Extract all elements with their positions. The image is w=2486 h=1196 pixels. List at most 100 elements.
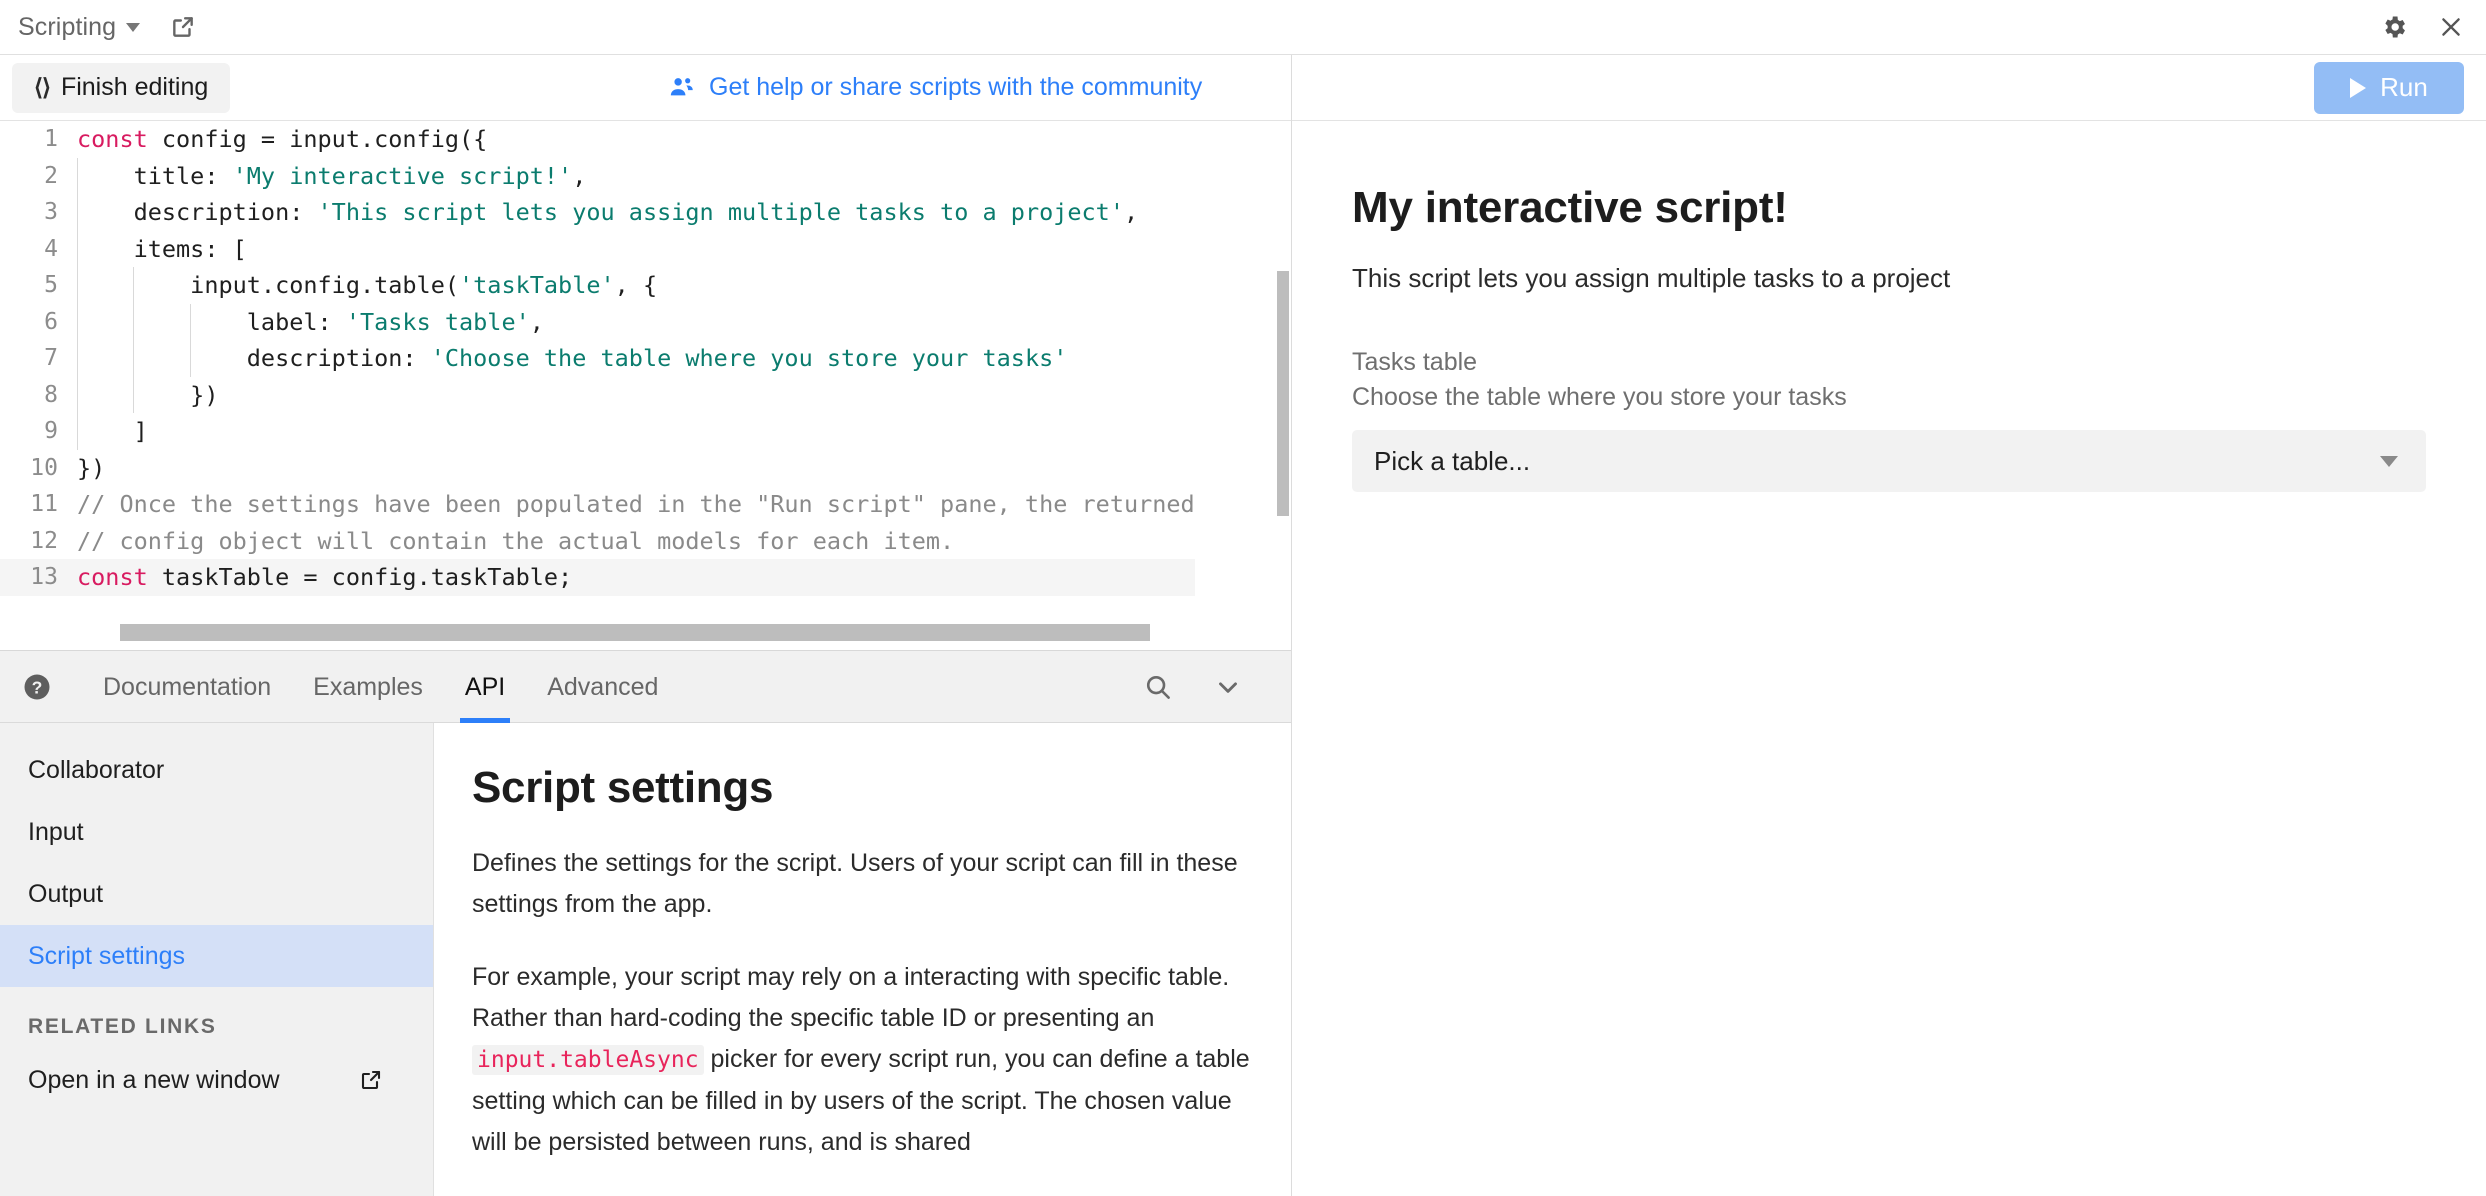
code-line[interactable]: 11 // Once the settings have been populat… bbox=[0, 486, 1195, 523]
related-link-open-new-window[interactable]: Open in a new window bbox=[0, 1049, 433, 1111]
search-icon[interactable] bbox=[1143, 672, 1173, 702]
indent-guide bbox=[133, 340, 135, 377]
documentation-panel: ? Documentation Examples API Advanced Co… bbox=[0, 651, 1291, 1196]
docs-tabbar: ? Documentation Examples API Advanced bbox=[0, 651, 1291, 723]
run-toolbar: Run bbox=[1292, 55, 2486, 121]
code-horizontal-scroll-thumb[interactable] bbox=[120, 624, 1150, 641]
docs-body: Collaborator Input Output Script settings R… bbox=[0, 723, 1291, 1196]
tab-api[interactable]: API bbox=[444, 651, 526, 723]
code-token-plain: }) bbox=[77, 380, 219, 409]
gear-icon[interactable] bbox=[2380, 13, 2408, 41]
line-number: 10 bbox=[30, 454, 58, 481]
sidebar-item-output[interactable]: Output bbox=[0, 863, 433, 925]
window-titlebar: Scripting bbox=[0, 0, 2486, 55]
line-number: 2 bbox=[44, 162, 58, 189]
run-script-pane: Run My interactive script! This script l… bbox=[1292, 55, 2486, 1196]
code-line-content: items: [ bbox=[75, 231, 1195, 268]
indent-guide bbox=[189, 303, 191, 340]
line-number: 8 bbox=[44, 381, 58, 408]
docs-tools bbox=[1143, 672, 1267, 702]
code-vertical-scrollbar[interactable] bbox=[1277, 121, 1289, 650]
code-line[interactable]: 4 items: [ bbox=[0, 231, 1195, 268]
script-description: This script lets you assign multiple tas… bbox=[1352, 263, 1951, 293]
code-line-content: description: 'Choose the table where you… bbox=[75, 340, 1195, 377]
code-line-content: }) bbox=[75, 377, 1195, 414]
run-button[interactable]: Run bbox=[2314, 61, 2464, 114]
code-token-plain: , bbox=[572, 161, 587, 190]
code-line-content: input.config.table('taskTable', { bbox=[75, 267, 1195, 304]
tasks-table-select[interactable]: Pick a table... bbox=[1352, 430, 2426, 492]
docs-tab-list: Documentation Examples API Advanced bbox=[82, 651, 679, 723]
related-link-label: Open in a new window bbox=[28, 1065, 280, 1094]
code-line[interactable]: 1 const config = input.config({ bbox=[0, 121, 1195, 158]
app-menu-button[interactable]: Scripting bbox=[18, 13, 141, 42]
code-line[interactable]: 3 description: 'This script lets you ass… bbox=[0, 194, 1195, 231]
code-token-cmt: // Once the settings have been populated… bbox=[77, 490, 1195, 518]
external-link-icon[interactable] bbox=[170, 14, 196, 40]
code-editor[interactable]: 1 const config = input.config({2 title: '… bbox=[0, 121, 1291, 651]
help-circle-icon[interactable]: ? bbox=[22, 672, 52, 702]
indent-guide bbox=[77, 340, 78, 377]
indent-guide bbox=[133, 267, 135, 304]
code-vertical-scroll-thumb[interactable] bbox=[1277, 271, 1289, 516]
sidebar-item-collaborator[interactable]: Collaborator bbox=[0, 739, 433, 801]
tab-advanced[interactable]: Advanced bbox=[526, 651, 679, 723]
code-token-plain: items: [ bbox=[77, 234, 247, 263]
code-line[interactable]: 9 ] bbox=[0, 413, 1195, 450]
main-split: ⟨⟩ Finish editing Get help or share scri… bbox=[0, 55, 2486, 1196]
code-line[interactable]: 7 description: 'Choose the table where y… bbox=[0, 340, 1195, 377]
line-number: 5 bbox=[44, 272, 58, 298]
tab-documentation[interactable]: Documentation bbox=[82, 651, 292, 723]
code-line[interactable]: 12 // config object will contain the actu… bbox=[0, 523, 1195, 560]
code-token-kw: const bbox=[77, 125, 148, 153]
indent-guide bbox=[133, 303, 135, 340]
titlebar-left-group: Scripting bbox=[0, 13, 196, 42]
script-title: My interactive script! bbox=[1352, 183, 1788, 232]
code-line[interactable]: 8 }) bbox=[0, 377, 1195, 414]
code-token-plain: , { bbox=[614, 271, 658, 299]
close-icon[interactable] bbox=[2438, 14, 2464, 40]
code-token-plain: description: bbox=[77, 344, 431, 372]
code-token-plain: description: bbox=[77, 198, 318, 226]
docs-nav-list: Collaborator Input Output Script settings bbox=[0, 739, 433, 987]
code-line[interactable]: 10}) bbox=[0, 450, 1195, 487]
code-token-plain: ] bbox=[77, 417, 148, 445]
code-line-content: const config = input.config({ bbox=[75, 121, 1195, 158]
chevron-down-icon[interactable] bbox=[1213, 672, 1243, 702]
docs-sidebar: Collaborator Input Output Script settings R… bbox=[0, 723, 434, 1196]
code-line-content: label: 'Tasks table', bbox=[75, 304, 1195, 341]
docs-paragraph-2: For example, your script may rely on a i… bbox=[472, 957, 1253, 1163]
code-line[interactable]: 2 title: 'My interactive script!', bbox=[0, 158, 1195, 195]
code-line[interactable]: 13 const taskTable = config.taskTable; bbox=[0, 559, 1195, 596]
finish-editing-label: Finish editing bbox=[60, 73, 209, 101]
indent-guide bbox=[77, 376, 78, 413]
code-line[interactable]: 6 label: 'Tasks table', bbox=[0, 304, 1195, 341]
code-line[interactable]: 5 input.config.table('taskTable', { bbox=[0, 267, 1195, 304]
line-number: 6 bbox=[44, 308, 58, 335]
line-number: 3 bbox=[44, 199, 58, 225]
line-number: 9 bbox=[44, 418, 58, 444]
indent-guide bbox=[77, 413, 78, 450]
related-links-header: RELATED LINKS bbox=[28, 1015, 217, 1038]
sidebar-item-script-settings[interactable]: Script settings bbox=[0, 925, 433, 987]
line-number: 7 bbox=[44, 345, 58, 371]
inline-code-table-async: input.tableAsync bbox=[472, 1045, 704, 1075]
tab-examples[interactable]: Examples bbox=[292, 651, 444, 723]
code-token-plain: taskTable = config.taskTable; bbox=[147, 563, 573, 591]
line-number: 13 bbox=[30, 564, 58, 590]
tasks-table-field-label: Tasks table bbox=[1352, 348, 1478, 376]
line-number: 4 bbox=[44, 235, 58, 262]
script-preview: My interactive script! This script lets … bbox=[1292, 121, 2486, 492]
tab-label: Examples bbox=[313, 672, 423, 701]
sidebar-item-input[interactable]: Input bbox=[0, 801, 433, 863]
external-link-icon bbox=[359, 1068, 383, 1092]
code-token-str: 'taskTable' bbox=[459, 271, 615, 299]
code-brackets-icon: ⟨⟩ bbox=[34, 74, 51, 100]
titlebar-right-group bbox=[2380, 13, 2486, 41]
editor-pane: ⟨⟩ Finish editing Get help or share scri… bbox=[0, 55, 1292, 1196]
community-link[interactable]: Get help or share scripts with the commu… bbox=[668, 73, 1202, 102]
finish-editing-button[interactable]: ⟨⟩ Finish editing bbox=[12, 62, 231, 113]
docs-paragraph-1: Defines the settings for the script. Use… bbox=[472, 849, 1238, 918]
chevron-down-icon bbox=[126, 22, 141, 32]
code-horizontal-scrollbar[interactable] bbox=[0, 616, 1291, 650]
